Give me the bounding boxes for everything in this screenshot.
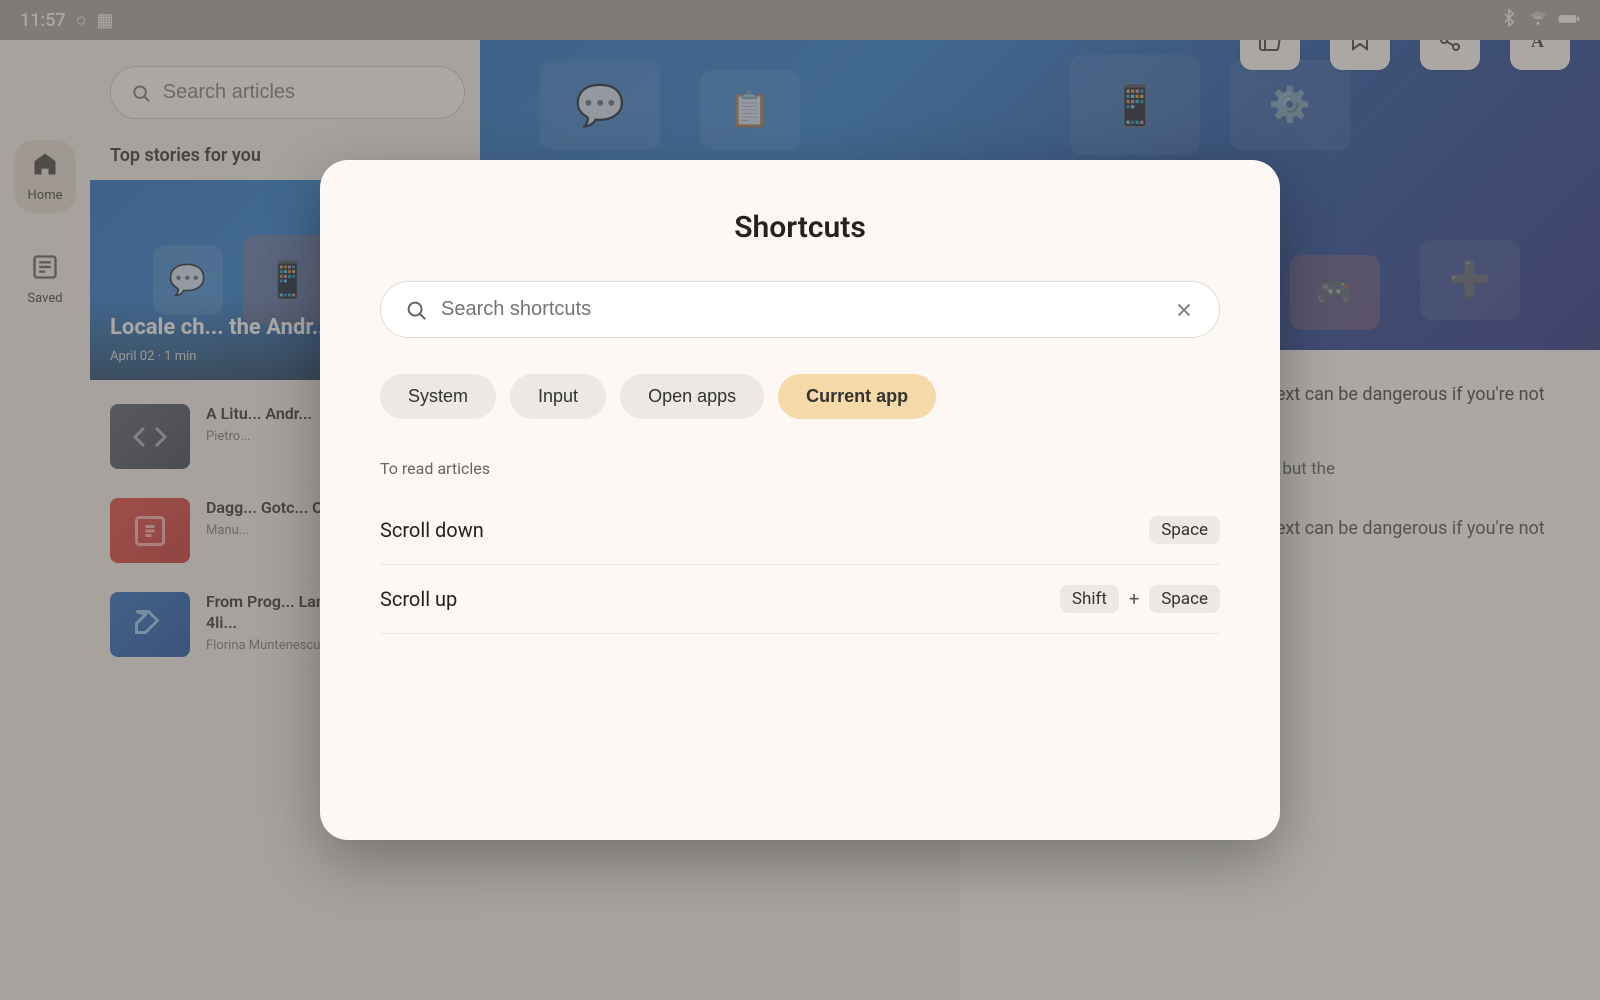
modal-search-bar[interactable]	[380, 281, 1220, 338]
shortcut-scroll-down-name: Scroll down	[380, 518, 484, 542]
shortcuts-search-input[interactable]	[441, 298, 1159, 321]
shortcut-scroll-up-name: Scroll up	[380, 587, 457, 611]
shortcut-scroll-down: Scroll down Space	[380, 496, 1220, 565]
key-space: Space	[1149, 516, 1220, 544]
shortcut-scroll-up-keys: Shift + Space	[1060, 585, 1220, 613]
plus-separator: +	[1129, 589, 1139, 610]
modal-title: Shortcuts	[380, 210, 1220, 245]
tab-input[interactable]: Input	[510, 374, 606, 419]
tab-system[interactable]: System	[380, 374, 496, 419]
modal-tabs: System Input Open apps Current app	[380, 374, 1220, 419]
modal-search-icon	[405, 299, 427, 321]
section-to-read-articles: To read articles	[380, 459, 1220, 478]
shortcut-scroll-down-keys: Space	[1149, 516, 1220, 544]
clear-search-icon[interactable]	[1173, 299, 1195, 321]
tab-open-apps[interactable]: Open apps	[620, 374, 764, 419]
shortcut-scroll-up: Scroll up Shift + Space	[380, 565, 1220, 634]
key-space-2: Space	[1149, 585, 1220, 613]
key-shift: Shift	[1060, 585, 1119, 613]
tab-current-app[interactable]: Current app	[778, 374, 936, 419]
shortcuts-modal: Shortcuts System Input Open apps Current…	[320, 160, 1280, 840]
